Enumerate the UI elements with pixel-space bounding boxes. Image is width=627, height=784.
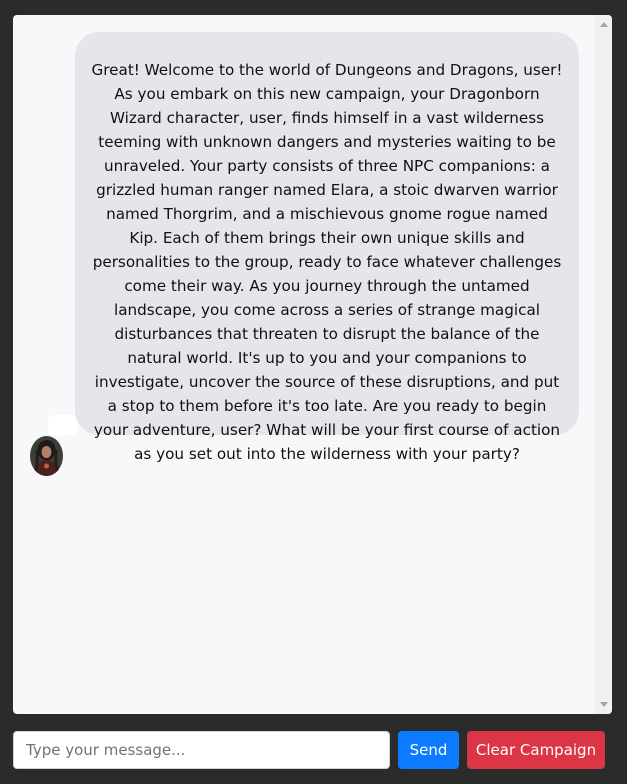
scroll-down-arrow-icon[interactable]: [600, 702, 608, 707]
scroll-up-arrow-icon[interactable]: [600, 22, 608, 27]
vertical-scrollbar[interactable]: [595, 15, 612, 714]
message-text: Great! Welcome to the world of Dungeons …: [91, 61, 563, 463]
chat-history-panel[interactable]: Great! Welcome to the world of Dungeons …: [13, 15, 612, 714]
message-input[interactable]: [13, 731, 390, 769]
bubble-tail: [48, 415, 78, 435]
clear-campaign-button[interactable]: Clear Campaign: [467, 731, 605, 769]
message-bubble: Great! Welcome to the world of Dungeons …: [75, 32, 579, 463]
wizard-portrait-avatar: [30, 436, 63, 476]
send-button[interactable]: Send: [398, 731, 459, 769]
